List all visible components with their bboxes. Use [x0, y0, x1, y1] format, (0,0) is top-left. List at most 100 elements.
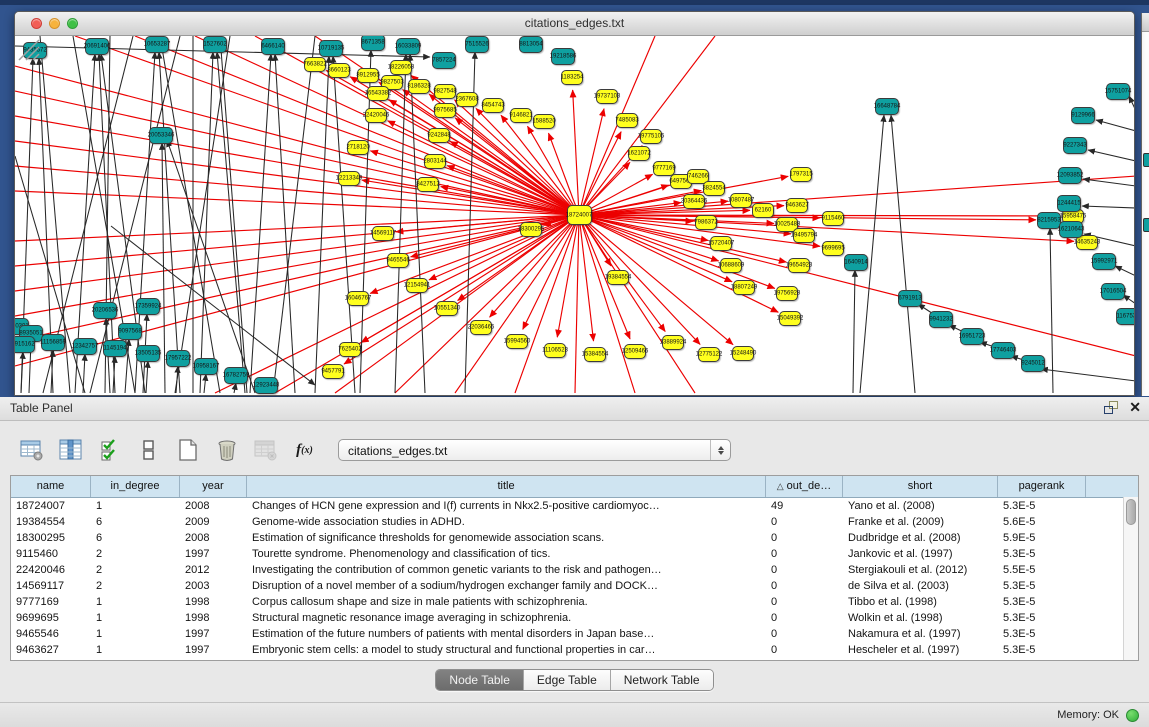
graph-node[interactable]: 13889924	[662, 335, 684, 350]
table-cell[interactable]: Estimation of the future numbers of pati…	[247, 626, 766, 642]
graph-node[interactable]: 12923448	[254, 377, 278, 394]
graph-node[interactable]: 12775122	[698, 347, 720, 362]
table-cell[interactable]: Estimation of significance thresholds fo…	[247, 530, 766, 546]
graph-node[interactable]: 8660123	[328, 63, 350, 78]
graph-node[interactable]: 9129966	[1071, 107, 1095, 124]
table-cell[interactable]: 5.9E-5	[998, 530, 1086, 546]
graph-node[interactable]: 10653287	[145, 36, 169, 53]
graph-node[interactable]: 20364436	[683, 194, 705, 209]
table-row[interactable]: 977716911998Corpus callosum shape and si…	[11, 594, 1138, 610]
table-cell[interactable]: 1	[91, 626, 180, 642]
graph-node[interactable]: 2718120	[347, 140, 369, 155]
network-canvas[interactable]: 8660123891295518226058982750316543382818…	[15, 36, 1134, 395]
table-row[interactable]: 1456911722003Disruption of a novel membe…	[11, 578, 1138, 594]
delete-rows-icon[interactable]	[213, 437, 240, 463]
table-cell[interactable]: 14569117	[11, 578, 91, 594]
graph-node[interactable]: 16046767	[347, 291, 369, 306]
graph-node[interactable]: 7515526	[465, 36, 489, 53]
graph-node[interactable]: 8912955	[357, 68, 379, 83]
table-cell[interactable]: 2	[91, 578, 180, 594]
graph-node[interactable]: 62160	[752, 203, 774, 218]
table-cell[interactable]: 2	[91, 546, 180, 562]
table-cell[interactable]: 0	[766, 642, 843, 658]
graph-node[interactable]: 19495794	[793, 228, 815, 243]
table-cell[interactable]: Genome-wide association studies in ADHD.	[247, 514, 766, 530]
background-window-sliver[interactable]	[1141, 13, 1149, 396]
table-cell[interactable]: 18724007	[11, 498, 91, 514]
graph-node[interactable]: 17016504	[1101, 283, 1125, 300]
column-header-in_degree[interactable]: in_degree	[91, 476, 180, 497]
tab-node-table[interactable]: Node Table	[436, 670, 524, 690]
select-rows-icon[interactable]	[96, 437, 123, 463]
table-cell[interactable]: 0	[766, 578, 843, 594]
graph-node[interactable]: 18807249	[733, 280, 755, 295]
table-cell[interactable]: 2008	[180, 530, 247, 546]
table-vertical-scrollbar[interactable]	[1123, 497, 1138, 660]
graph-node[interactable]: 18300295	[520, 222, 542, 237]
table-cell[interactable]: 0	[766, 562, 843, 578]
table-cell[interactable]: Stergiakouli et al. (2012)	[843, 562, 998, 578]
graph-node[interactable]: 18226058	[390, 60, 412, 75]
table-cell[interactable]: 0	[766, 514, 843, 530]
table-cell[interactable]: Corpus callosum shape and size in male p…	[247, 594, 766, 610]
table-cell[interactable]: 5.3E-5	[998, 594, 1086, 610]
table-cell[interactable]: 0	[766, 610, 843, 626]
graph-node[interactable]: 16782759	[224, 367, 248, 384]
table-cell[interactable]: 1	[91, 594, 180, 610]
float-window-icon[interactable]	[1103, 400, 1119, 415]
graph-node[interactable]: 9115460	[822, 211, 844, 226]
table-cell[interactable]: 5.3E-5	[998, 546, 1086, 562]
table-cell[interactable]: 2	[91, 562, 180, 578]
graph-node[interactable]: 19737103	[596, 89, 618, 104]
graph-node[interactable]: 9245012	[1021, 355, 1045, 372]
table-cell[interactable]: 0	[766, 594, 843, 610]
graph-node[interactable]: 9699695	[822, 241, 844, 256]
table-cell[interactable]: Embryonic stem cells: a model to study s…	[247, 642, 766, 658]
table-cell[interactable]: Wolkin et al. (1998)	[843, 610, 998, 626]
graph-node[interactable]: 1527602	[203, 36, 227, 53]
graph-node[interactable]: 9227343	[1063, 137, 1087, 154]
column-header-short[interactable]: short	[843, 476, 998, 497]
graph-node[interactable]: 17957222	[166, 350, 190, 367]
graph-node[interactable]: 6791913	[898, 290, 922, 307]
graph-node[interactable]: 16033809	[396, 38, 420, 55]
table-row[interactable]: 2242004622012Investigating the contribut…	[11, 562, 1138, 578]
graph-node[interactable]: 13505135	[136, 345, 160, 362]
graph-node[interactable]: 15384554	[584, 347, 606, 362]
network-table-selector[interactable]: citations_edges.txt	[338, 439, 731, 461]
table-cell[interactable]: 6	[91, 514, 180, 530]
table-cell[interactable]: Investigating the contribution of common…	[247, 562, 766, 578]
table-row[interactable]: 969969511998Structural magnetic resonanc…	[11, 610, 1138, 626]
graph-node[interactable]: 9827548	[434, 84, 456, 99]
table-row[interactable]: 911546021997Tourette syndrome. Phenomeno…	[11, 546, 1138, 562]
graph-node[interactable]: 14569117	[372, 226, 394, 241]
graph-node[interactable]: 2803144	[424, 154, 446, 169]
graph-node[interactable]: 17746403	[991, 342, 1015, 359]
table-cell[interactable]: Tourette syndrome. Phenomenology and cla…	[247, 546, 766, 562]
graph-node[interactable]: 12093852	[1058, 167, 1082, 184]
graph-node[interactable]: 9975685	[434, 103, 456, 118]
table-cell[interactable]: de Silva et al. (2003)	[843, 578, 998, 594]
table-cell[interactable]: 5.5E-5	[998, 562, 1086, 578]
table-cell[interactable]: 2003	[180, 578, 247, 594]
graph-node[interactable]: 19775105	[640, 129, 662, 144]
table-settings-icon[interactable]	[18, 437, 45, 463]
table-cell[interactable]: 5.3E-5	[998, 610, 1086, 626]
table-cell[interactable]: 1	[91, 610, 180, 626]
graph-node[interactable]: 20691406	[85, 38, 109, 55]
graph-node[interactable]: 7663822	[304, 57, 326, 72]
graph-node[interactable]: 12342757	[73, 338, 97, 355]
graph-node[interactable]: 15248490	[732, 346, 754, 361]
table-cell[interactable]: 49	[766, 498, 843, 514]
table-cell[interactable]: 5.3E-5	[998, 626, 1086, 642]
table-cell[interactable]: Franke et al. (2009)	[843, 514, 998, 530]
graph-node[interactable]: 3915162	[15, 336, 35, 353]
table-cell[interactable]: 0	[766, 530, 843, 546]
graph-node[interactable]: 7485083	[616, 113, 638, 128]
graph-node[interactable]: 7625402	[339, 342, 361, 357]
graph-node[interactable]: 1145194	[103, 340, 127, 357]
graph-node[interactable]: 11106523	[544, 343, 566, 358]
table-cell[interactable]: 1	[91, 642, 180, 658]
table-cell[interactable]: 22420046	[11, 562, 91, 578]
table-cell[interactable]: Tibbo et al. (1998)	[843, 594, 998, 610]
